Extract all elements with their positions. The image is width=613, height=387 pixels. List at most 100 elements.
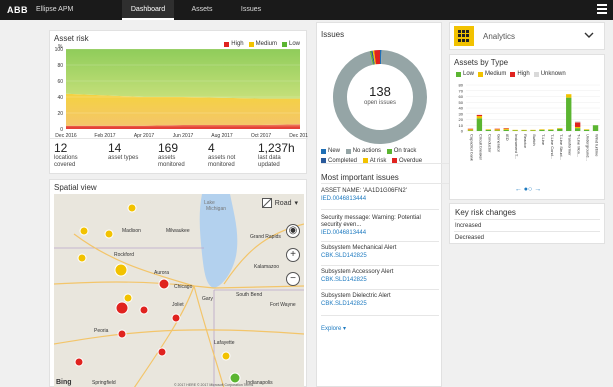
bar-segment-low[interactable] (530, 130, 536, 131)
assets-by-type-title: Assets by Type (454, 58, 509, 67)
zoom-out-icon[interactable]: − (286, 272, 300, 286)
issue-link[interactable]: IED.0046813444 (321, 196, 439, 203)
bar-segment-medium[interactable] (503, 128, 509, 130)
bar-segment-high[interactable] (503, 128, 509, 129)
abb-logo[interactable]: ABB (7, 5, 28, 15)
bar-segment-low[interactable] (494, 130, 500, 131)
bar-segment-high[interactable] (467, 128, 474, 130)
x-tick-label: IED (505, 134, 510, 141)
bar-segment-medium[interactable] (557, 128, 563, 129)
bar-segment-medium[interactable] (548, 129, 554, 130)
map-marker-high[interactable] (139, 305, 149, 315)
issue-link[interactable]: CBK.SLD142825 (321, 301, 439, 308)
map-marker-high[interactable] (74, 357, 84, 367)
bar-segment-low[interactable] (485, 129, 492, 131)
bar-segment-low[interactable] (503, 129, 509, 131)
bar-segment-low[interactable] (557, 128, 563, 131)
issue-link[interactable]: CBK.SLD142825 (321, 253, 439, 260)
bar-segment-medium[interactable] (512, 129, 518, 131)
bar-segment-low[interactable] (512, 130, 518, 131)
y-tick-label: 80 (57, 63, 63, 69)
bar-segment-medium[interactable] (530, 129, 536, 131)
bar-segment-medium[interactable] (566, 94, 572, 98)
bar-segment-low[interactable] (574, 128, 581, 131)
tab-dashboard[interactable]: Dashboard (122, 0, 174, 20)
bar-segment-medium[interactable] (494, 129, 500, 131)
bar-segment-medium[interactable] (476, 116, 483, 119)
bar-segment-unknown[interactable] (574, 121, 581, 123)
legend-unknown[interactable]: Unknown (533, 71, 566, 77)
map-cluster-medium[interactable] (114, 263, 128, 277)
map-canvas[interactable]: Lake Michigan Milwaukee Madison Rockford… (54, 194, 304, 387)
bar-segment-high[interactable] (494, 128, 500, 130)
map-type-selector[interactable]: Road ▾ (261, 198, 298, 208)
map-label: Rockford (114, 252, 134, 258)
prev-arrow-icon[interactable]: ← (515, 186, 522, 193)
legend-medium[interactable]: Medium (478, 71, 506, 77)
map-marker-high[interactable] (117, 329, 127, 339)
chart-pager[interactable]: ← ●○ → (450, 186, 606, 193)
bar-segment-medium[interactable] (521, 129, 527, 131)
map-marker-medium[interactable] (221, 351, 231, 361)
bar-segment-low[interactable] (592, 125, 599, 131)
zoom-in-icon[interactable]: + (286, 248, 300, 262)
map-label: South Bend (236, 292, 262, 298)
issue-link[interactable]: CBK.SLD142825 (321, 277, 439, 284)
issue-item[interactable]: Subsystem Accessory Alert CBK.SLD142825 (321, 269, 439, 284)
bar-segment-medium[interactable] (467, 129, 474, 131)
issue-item[interactable]: ASSET NAME: 'AA1D1G06FN2' IED.0046813444 (321, 188, 439, 203)
issue-item[interactable]: Subsystem Mechanical Alert CBK.SLD142825 (321, 245, 439, 260)
issue-item[interactable]: Security message: Warning: Potential sec… (321, 215, 439, 237)
map-marker-medium[interactable] (77, 253, 87, 263)
bar-segment-medium[interactable] (574, 126, 581, 129)
bar-segment-low[interactable] (539, 129, 545, 131)
pager-dots: ●○ (523, 186, 533, 193)
bar-segment-low[interactable] (476, 118, 483, 131)
issue-item[interactable]: Subsystem Dielectric Alert CBK.SLD142825 (321, 293, 439, 308)
map-cluster-high[interactable] (115, 301, 129, 315)
x-tick-label: Reactor (523, 134, 528, 149)
bar-segment-low[interactable] (566, 97, 572, 131)
bar-segment-high[interactable] (574, 122, 581, 127)
analytics-selector[interactable]: Analytics (449, 22, 605, 50)
highway (133, 285, 195, 387)
risk-increased-row[interactable]: Increased (455, 223, 481, 229)
bar-segment-medium[interactable] (485, 129, 492, 130)
y-tick-label: 60 (459, 94, 464, 99)
map-marker-medium[interactable] (79, 226, 89, 236)
locate-me-icon[interactable]: ◉ (286, 224, 300, 238)
map-marker-medium[interactable] (127, 203, 137, 213)
bar-segment-medium[interactable] (539, 129, 545, 130)
y-tick-label: 50 (459, 100, 464, 105)
next-arrow-icon[interactable]: → (534, 186, 541, 193)
legend-on-track[interactable]: On track (386, 147, 416, 155)
bar-segment-low[interactable] (548, 129, 554, 131)
map-marker-medium[interactable] (123, 293, 133, 303)
legend-no-actions[interactable]: No actions (345, 147, 381, 155)
explore-link[interactable]: Explore ▾ (321, 325, 346, 332)
map-marker-medium[interactable] (104, 229, 114, 239)
bar-segment-low[interactable] (521, 130, 527, 131)
issues-count: 138 (369, 84, 391, 99)
tab-issues[interactable]: Issues (228, 0, 274, 20)
legend-new[interactable]: New (321, 147, 340, 155)
hamburger-menu-icon[interactable] (597, 4, 607, 14)
asset-risk-area-chart: 100806040200%Dec 2016 Feb 2017 Apr 2017 Jun… (55, 44, 308, 139)
divider (321, 241, 439, 242)
bar-segment-high[interactable] (476, 114, 483, 117)
legend-high[interactable]: High (510, 71, 530, 77)
map-marker-high[interactable] (171, 313, 181, 323)
x-tick-label: Transformer (568, 134, 573, 156)
map-marker-low[interactable] (229, 372, 241, 384)
map-label: Aurora (154, 270, 169, 276)
map-marker-high[interactable] (157, 347, 167, 357)
bar-segment-medium[interactable] (583, 129, 590, 130)
bar-segment-low[interactable] (467, 130, 474, 131)
x-tick-label: T-Line Mon... (577, 134, 582, 157)
bar-segment-low[interactable] (583, 129, 590, 131)
risk-decreased-row[interactable]: Decreased (455, 235, 484, 241)
map-marker-high[interactable] (158, 278, 170, 290)
tab-assets[interactable]: Assets (176, 0, 228, 20)
issue-link[interactable]: IED.0046813444 (321, 230, 439, 237)
legend-low[interactable]: Low (456, 71, 474, 77)
